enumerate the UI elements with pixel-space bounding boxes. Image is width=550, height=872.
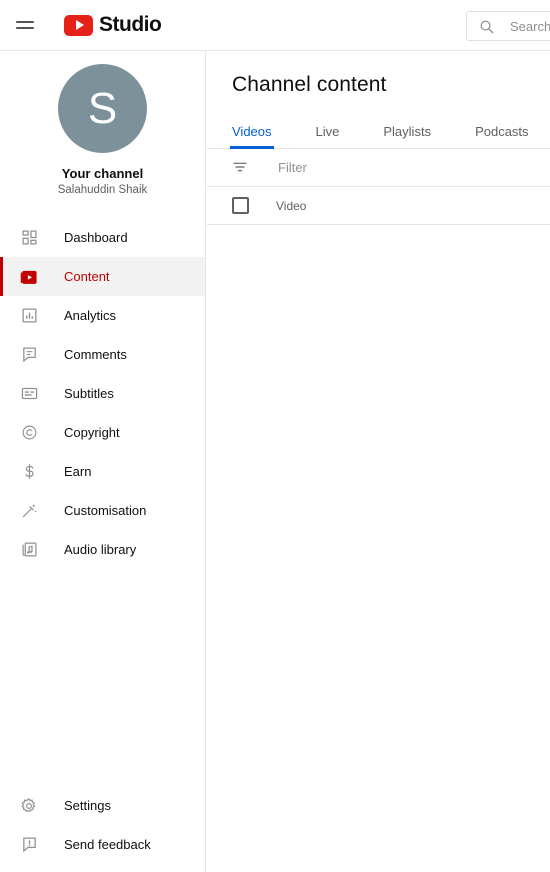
sidebar-item-label: Earn bbox=[64, 464, 92, 479]
sidebar-item-label: Send feedback bbox=[64, 837, 151, 852]
tab-label: Playlists bbox=[383, 124, 432, 139]
sidebar-bottom-nav: Settings Send feedback bbox=[0, 786, 205, 872]
tab-podcasts[interactable]: Podcasts bbox=[475, 124, 528, 148]
main-content: Channel content Videos Live Playlists Po… bbox=[207, 51, 550, 872]
channel-title: Your channel bbox=[61, 166, 144, 181]
sidebar-item-label: Settings bbox=[64, 798, 111, 813]
sidebar-item-customisation[interactable]: Customisation bbox=[0, 491, 205, 530]
customisation-magic-wand-icon bbox=[18, 500, 40, 522]
sidebar-item-analytics[interactable]: Analytics bbox=[0, 296, 205, 335]
tab-playlists[interactable]: Playlists bbox=[383, 124, 431, 148]
search-input[interactable]: Search a bbox=[466, 11, 550, 41]
studio-logo[interactable]: Studio bbox=[64, 13, 162, 37]
tab-label: Live bbox=[315, 124, 340, 139]
copyright-circle-c-icon bbox=[18, 422, 40, 444]
sidebar-item-comments[interactable]: Comments bbox=[0, 335, 205, 374]
audio-library-music-note-icon bbox=[18, 539, 40, 561]
tab-live[interactable]: Live bbox=[316, 124, 340, 148]
channel-info[interactable]: S Your channel Salahuddin Shaik bbox=[0, 51, 205, 196]
brand-label: Studio bbox=[99, 13, 162, 36]
tab-label: Videos bbox=[232, 124, 272, 139]
filter-placeholder: Filter bbox=[278, 160, 307, 175]
hamburger-line bbox=[16, 27, 34, 29]
hamburger-menu-icon[interactable] bbox=[16, 13, 40, 37]
sidebar-item-label: Analytics bbox=[64, 308, 117, 323]
dashboard-grid-icon bbox=[18, 227, 40, 249]
filter-icon bbox=[232, 159, 250, 177]
sidebar-item-label: Dashboard bbox=[64, 230, 128, 245]
filter-bar[interactable]: Filter bbox=[207, 149, 550, 187]
search-placeholder: Search a bbox=[510, 18, 550, 34]
tab-videos[interactable]: Videos bbox=[230, 124, 274, 149]
sidebar-item-label: Copyright bbox=[64, 425, 120, 440]
sidebar: S Your channel Salahuddin Shaik Dashboar… bbox=[0, 51, 206, 872]
comments-speech-bubble-icon bbox=[18, 344, 40, 366]
sidebar-item-audio-library[interactable]: Audio library bbox=[0, 530, 205, 569]
sidebar-item-label: Comments bbox=[64, 347, 127, 362]
sidebar-item-copyright[interactable]: Copyright bbox=[0, 413, 205, 452]
table-header-row: Video bbox=[207, 187, 550, 225]
content-video-icon bbox=[18, 266, 40, 288]
avatar: S bbox=[58, 64, 147, 153]
tab-label: Podcasts bbox=[475, 124, 529, 139]
search-icon bbox=[479, 19, 494, 34]
sidebar-item-label: Subtitles bbox=[64, 386, 114, 401]
sidebar-item-label: Audio library bbox=[64, 542, 137, 557]
top-bar: Studio Search a bbox=[0, 0, 550, 51]
play-triangle bbox=[75, 20, 84, 30]
sidebar-item-label: Customisation bbox=[64, 503, 147, 518]
sidebar-item-earn[interactable]: Earn bbox=[0, 452, 205, 491]
page-title: Channel content bbox=[232, 73, 387, 96]
column-header-video: Video bbox=[276, 198, 307, 213]
sidebar-item-send-feedback[interactable]: Send feedback bbox=[0, 825, 205, 864]
content-tabs: Videos Live Playlists Podcasts bbox=[207, 111, 550, 149]
analytics-bar-chart-icon bbox=[18, 305, 40, 327]
sidebar-item-content[interactable]: Content bbox=[0, 257, 205, 296]
sidebar-item-subtitles[interactable]: Subtitles bbox=[0, 374, 205, 413]
select-all-checkbox[interactable] bbox=[232, 197, 249, 214]
youtube-play-icon bbox=[64, 14, 93, 36]
subtitles-caption-icon bbox=[18, 383, 40, 405]
sidebar-item-label: Content bbox=[64, 269, 110, 284]
sidebar-item-dashboard[interactable]: Dashboard bbox=[0, 218, 205, 257]
sidebar-nav: Dashboard Content Analytics Comments Sub… bbox=[0, 218, 205, 569]
earn-dollar-sign-icon bbox=[18, 461, 40, 483]
settings-gear-icon bbox=[18, 795, 40, 817]
sidebar-item-settings[interactable]: Settings bbox=[0, 786, 205, 825]
channel-name: Salahuddin Shaik bbox=[57, 184, 148, 196]
youtube-studio-app: Studio Search a S Your channel Salahuddi… bbox=[0, 0, 550, 872]
send-feedback-icon bbox=[18, 834, 40, 856]
hamburger-line bbox=[16, 21, 34, 23]
